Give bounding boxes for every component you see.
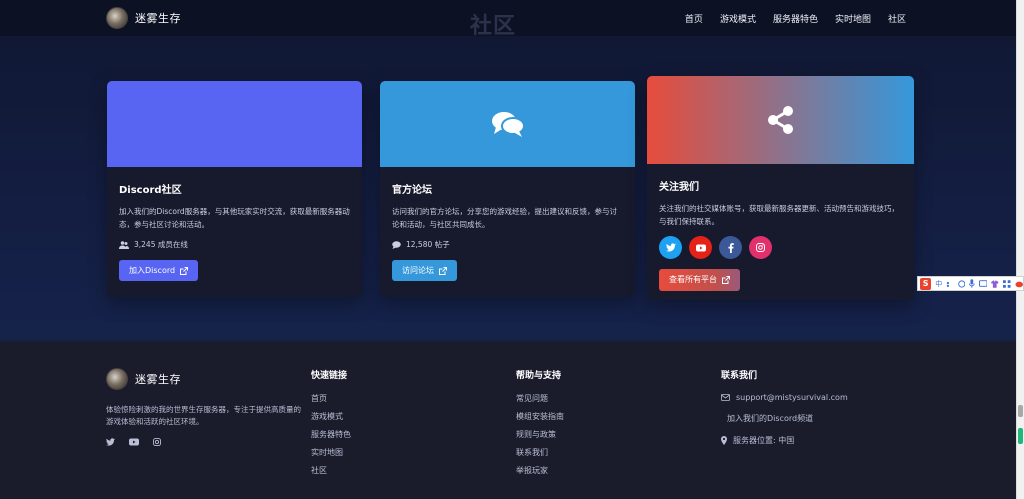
footer-link-map[interactable]: 实时地图 <box>311 447 351 458</box>
forum-card-desc: 访问我们的官方论坛，分享您的游戏经验，提出建议和反馈，参与讨论和活动，与社区共同… <box>392 207 617 229</box>
external-link-icon <box>722 275 730 284</box>
footer-link-mod-guide[interactable]: 模组安装指南 <box>516 411 564 422</box>
contact-email-text: support@mistysurvival.com <box>736 393 848 402</box>
section-title-ghost: 社区 <box>470 14 517 39</box>
logo-avatar <box>106 7 128 29</box>
grid-menu-icon[interactable] <box>1003 279 1011 288</box>
quick-links-heading: 快速链接 <box>311 371 348 381</box>
mascot-icon[interactable] <box>1015 280 1023 288</box>
forum-card: 官方论坛 访问我们的官方论坛，分享您的游戏经验，提出建议和反馈，参与讨论和活动，… <box>380 81 635 297</box>
help-heading: 帮助与支持 <box>516 371 562 381</box>
ime-mode-toggle[interactable]: 中 <box>935 279 942 289</box>
youtube-icon <box>695 244 706 251</box>
footer-link-faq[interactable]: 常见问题 <box>516 393 564 404</box>
envelope-icon <box>721 394 730 401</box>
external-link-icon <box>180 266 189 275</box>
facebook-button[interactable] <box>719 236 742 259</box>
follow-card-header <box>647 76 914 164</box>
footer-link-rules[interactable]: 规则与政策 <box>516 429 564 440</box>
discord-card-header <box>107 81 362 167</box>
comment-icon <box>392 240 401 249</box>
contact-heading: 联系我们 <box>721 371 758 381</box>
contact-location: 服务器位置: 中国 <box>721 435 848 446</box>
forum-card-header <box>380 81 635 167</box>
nav-link-community[interactable]: 社区 <box>888 12 906 25</box>
footer-link-features[interactable]: 服务器特色 <box>311 429 351 440</box>
twitter-icon[interactable] <box>106 438 115 446</box>
forum-stat: 12,580 帖子 <box>392 239 623 250</box>
instagram-icon <box>756 243 765 252</box>
discord-card-title: Discord社区 <box>119 185 182 196</box>
footer: 迷雾生存 体验惊险刺激的我的世界生存服务器，专注于提供高质量的游戏体验和活跃的社… <box>0 342 1016 499</box>
ime-logo-icon[interactable]: S <box>920 277 932 290</box>
microphone-icon[interactable] <box>969 279 975 288</box>
facebook-icon <box>728 242 734 253</box>
twitter-button[interactable] <box>659 236 682 259</box>
scroll-indicator <box>1018 428 1023 444</box>
forum-card-title: 官方论坛 <box>392 185 432 196</box>
contact-discord-text: 加入我们的Discord频道 <box>727 414 814 423</box>
discord-stat: 3,245 成员在线 <box>119 239 350 250</box>
footer-link-contact[interactable]: 联系我们 <box>516 447 564 458</box>
instagram-button[interactable] <box>749 236 772 259</box>
nav-link-modes[interactable]: 游戏模式 <box>720 12 756 25</box>
twitter-icon <box>665 243 676 252</box>
footer-about: 迷雾生存 体验惊险刺激的我的世界生存服务器，专注于提供高质量的游戏体验和活跃的社… <box>106 368 301 446</box>
footer-logo-avatar <box>106 368 128 390</box>
nav-link-map[interactable]: 实时地图 <box>835 12 871 25</box>
visit-forum-button[interactable]: 访问论坛 <box>392 260 457 281</box>
page: 迷雾生存 首页 游戏模式 服务器特色 实时地图 社区 社区 Discord社区 … <box>0 0 1016 499</box>
comments-icon <box>491 112 525 137</box>
instagram-icon[interactable] <box>153 438 161 446</box>
forum-stat-text: 12,580 帖子 <box>406 240 450 249</box>
footer-link-report[interactable]: 举报玩家 <box>516 465 564 476</box>
footer-link-modes[interactable]: 游戏模式 <box>311 411 351 422</box>
follow-card-title: 关注我们 <box>659 182 699 193</box>
page-scrollbar[interactable] <box>1016 0 1024 499</box>
nav-brand[interactable]: 迷雾生存 <box>106 7 181 29</box>
nav-link-features[interactable]: 服务器特色 <box>773 12 818 25</box>
scrollbar-thumb[interactable] <box>1018 405 1023 417</box>
follow-card: 关注我们 关注我们的社交媒体账号，获取最新服务器更新、活动预告和游戏技巧，与我们… <box>647 76 914 300</box>
youtube-button[interactable] <box>689 236 712 259</box>
users-icon <box>119 240 129 249</box>
share-icon <box>767 106 793 134</box>
nav-brand-text: 迷雾生存 <box>135 12 181 25</box>
footer-brand: 迷雾生存 <box>106 368 301 390</box>
discord-stat-text: 3,245 成员在线 <box>134 240 188 249</box>
footer-help: 帮助与支持 常见问题 模组安装指南 规则与政策 联系我们 举报玩家 <box>516 368 564 483</box>
footer-quick-links: 快速链接 首页 游戏模式 服务器特色 实时地图 社区 <box>311 368 351 483</box>
keyboard-icon[interactable] <box>979 280 988 287</box>
footer-brand-text: 迷雾生存 <box>135 373 181 386</box>
ime-toolbar[interactable]: S 中 <box>917 276 1024 291</box>
social-icons <box>659 236 902 259</box>
nav-link-home[interactable]: 首页 <box>685 12 703 25</box>
footer-link-home[interactable]: 首页 <box>311 393 351 404</box>
nav-links: 首页 游戏模式 服务器特色 实时地图 社区 <box>685 0 906 36</box>
skin-icon[interactable] <box>991 279 999 288</box>
follow-card-desc: 关注我们的社交媒体账号，获取最新服务器更新、活动预告和游戏技巧，与我们保持联系。 <box>659 204 899 226</box>
map-marker-icon <box>721 436 727 445</box>
discord-card: Discord社区 加入我们的Discord服务器，与其他玩家实时交流，获取最新… <box>107 81 362 297</box>
contact-email[interactable]: support@mistysurvival.com <box>721 393 848 402</box>
join-discord-button[interactable]: 加入Discord <box>119 260 199 281</box>
external-link-icon <box>439 266 447 275</box>
view-all-platforms-label: 查看所有平台 <box>669 275 717 284</box>
visit-forum-label: 访问论坛 <box>402 266 434 275</box>
youtube-icon[interactable] <box>129 438 139 446</box>
join-discord-label: 加入Discord <box>129 266 176 275</box>
emoji-icon[interactable] <box>958 279 966 288</box>
view-all-platforms-button[interactable]: 查看所有平台 <box>659 268 740 291</box>
footer-social-icons <box>106 438 301 446</box>
contact-location-text: 服务器位置: 中国 <box>733 436 795 445</box>
footer-desc: 体验惊险刺激的我的世界生存服务器，专注于提供高质量的游戏体验和活跃的社区环境。 <box>106 405 301 426</box>
footer-link-community[interactable]: 社区 <box>311 465 351 476</box>
footer-contact: 联系我们 support@mistysurvival.com 加入我们的Disc… <box>721 368 848 457</box>
contact-discord[interactable]: 加入我们的Discord频道 <box>721 413 848 424</box>
discord-card-desc: 加入我们的Discord服务器，与其他玩家实时交流，获取最新服务器动态，参与社区… <box>119 207 350 229</box>
punctuation-icon[interactable] <box>946 280 954 288</box>
